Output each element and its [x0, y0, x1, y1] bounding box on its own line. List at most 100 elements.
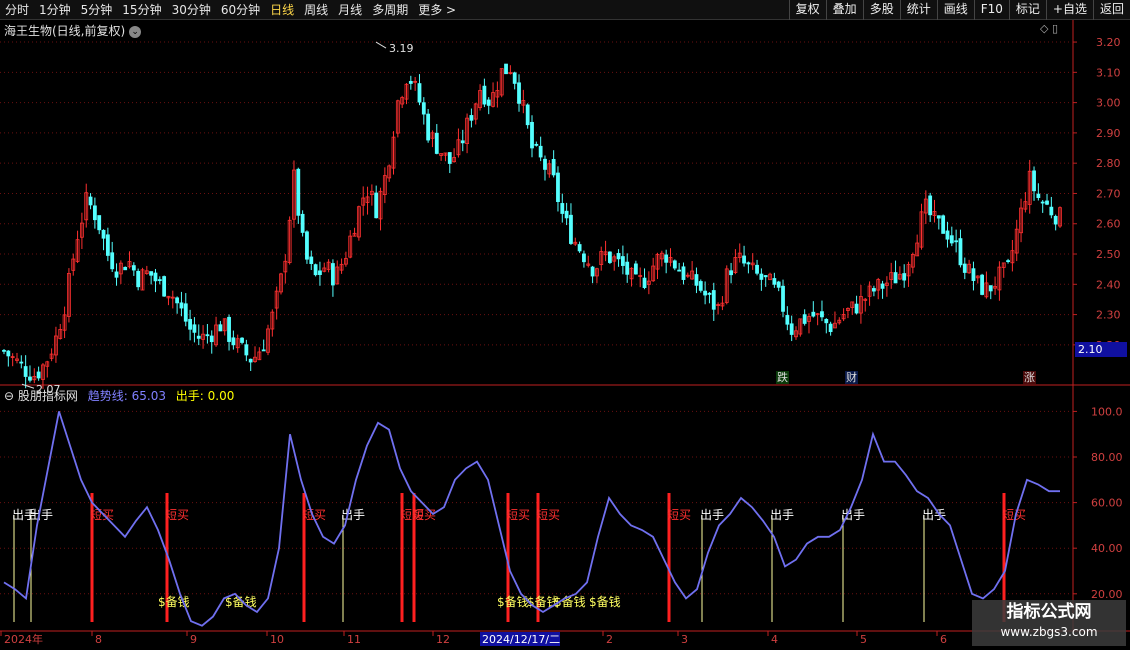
- candle-down: [945, 230, 950, 240]
- candle-down: [928, 195, 933, 216]
- candle-down: [1032, 170, 1036, 192]
- fall-badge[interactable]: 跌: [776, 371, 789, 384]
- candle-down: [517, 82, 521, 104]
- candle-down: [218, 324, 223, 332]
- candle-down: [811, 311, 816, 317]
- candle-down: [231, 337, 236, 346]
- x-axis-label: 2024年: [4, 632, 43, 646]
- candle-down: [261, 349, 266, 352]
- candle-down: [971, 268, 976, 281]
- candle-down: [460, 140, 465, 144]
- candle-down: [36, 371, 41, 379]
- candle-down: [962, 263, 967, 273]
- candle-down: [149, 271, 154, 276]
- candle-down: [620, 256, 625, 266]
- candle-down: [707, 292, 712, 295]
- candle-down: [97, 215, 102, 231]
- candle-down: [633, 263, 638, 275]
- candle-down: [123, 266, 128, 271]
- candle-down: [677, 269, 682, 272]
- chushou-signal-label: 出手: [770, 508, 794, 522]
- duanmai-signal-label: 短买: [165, 508, 189, 522]
- candle-down: [105, 234, 110, 256]
- candle-down: [157, 279, 162, 281]
- candle-down: [408, 80, 413, 84]
- high-price-label: 3.19: [389, 42, 414, 55]
- candle-down: [543, 158, 547, 170]
- candle-down: [192, 324, 197, 333]
- indicator-tick-label: 80.00: [1091, 451, 1123, 464]
- candle-down: [538, 145, 543, 158]
- chushou-signal-label: 出手: [29, 508, 53, 522]
- candle-down: [486, 99, 491, 106]
- candle-down: [175, 297, 180, 304]
- candle-down: [681, 266, 686, 280]
- candle-down: [789, 323, 794, 335]
- candle-down: [153, 272, 158, 282]
- candle-down: [941, 215, 946, 234]
- candle-down: [590, 266, 595, 277]
- duanmai-signal-label: 短买: [667, 508, 691, 522]
- x-axis-label: 4: [771, 633, 778, 646]
- candle-down: [101, 229, 106, 239]
- candle-down: [755, 264, 759, 274]
- candle-down: [746, 262, 751, 265]
- candle-down: [525, 104, 530, 126]
- candle-down: [556, 172, 560, 203]
- diamond-icon[interactable]: ◇: [1040, 22, 1048, 35]
- candle-down: [374, 192, 379, 219]
- x-axis-label: 5: [860, 633, 867, 646]
- candle-down: [694, 274, 699, 286]
- candle-down: [434, 132, 439, 154]
- candle-down: [110, 252, 115, 270]
- price-tick-label: 2.90: [1096, 127, 1121, 140]
- candle-down: [313, 264, 318, 276]
- price-tick-label: 3.10: [1096, 66, 1121, 79]
- stock-title[interactable]: 海王生物(日线,前复权) ⌄: [4, 22, 142, 39]
- collapse-icon[interactable]: ⊖: [4, 389, 14, 403]
- candle-down: [954, 240, 959, 243]
- candle-down: [482, 85, 487, 105]
- candle-down: [893, 272, 898, 284]
- candle-down: [309, 256, 314, 264]
- candle-down: [802, 314, 807, 324]
- finance-badge[interactable]: 财: [845, 371, 858, 384]
- price-tick-label: 2.30: [1096, 309, 1121, 322]
- indicator-header: ⊖ 股朋指标网 趋势线: 65.03 出手: 0.00: [4, 387, 234, 404]
- trend-value: 65.03: [131, 389, 166, 403]
- candle-down: [305, 231, 309, 260]
- candle-down: [560, 203, 565, 214]
- candle-down: [1053, 215, 1058, 225]
- candle-down: [162, 276, 167, 297]
- chart-canvas[interactable]: 3.20 3.10 3.00 2.90 2.80 2.70 2.60 2.50 2.40 2.30…: [0, 0, 1130, 650]
- candle-down: [824, 318, 829, 324]
- candle-down: [569, 214, 573, 244]
- duanmai-signal-label: 短买: [506, 508, 530, 522]
- candle-down: [240, 337, 244, 343]
- price-tick-label: 2.40: [1096, 278, 1121, 291]
- rise-badge[interactable]: 涨: [1023, 371, 1036, 384]
- candle-down: [729, 270, 733, 276]
- chushou-readout: 出手: 0.00: [176, 389, 235, 403]
- watermark: 指标公式网 www.zbgs3.com: [972, 600, 1126, 646]
- x-axis-label: 3: [681, 633, 688, 646]
- trend-label: 趋势线:: [87, 389, 128, 403]
- candle-down: [820, 311, 824, 318]
- x-axis-label: 8: [95, 633, 102, 646]
- chevron-down-icon[interactable]: ⌄: [129, 25, 142, 38]
- candle-down: [763, 275, 768, 278]
- candle-down: [421, 102, 426, 115]
- date-cursor-label: 2024/12/17/二: [482, 633, 560, 646]
- candle-down: [331, 263, 335, 286]
- indicator-name[interactable]: 股朋指标网: [18, 389, 78, 403]
- candle-down: [512, 72, 517, 84]
- scroll-icon[interactable]: ▯: [1052, 22, 1058, 35]
- x-axis-label: 12: [436, 633, 450, 646]
- candle-down: [759, 273, 764, 280]
- candle-down: [2, 349, 6, 352]
- x-axis-label: 11: [347, 633, 361, 646]
- candle-down: [854, 303, 859, 314]
- candle-down: [205, 334, 210, 337]
- candle-down: [698, 281, 703, 291]
- candle-down: [785, 315, 790, 325]
